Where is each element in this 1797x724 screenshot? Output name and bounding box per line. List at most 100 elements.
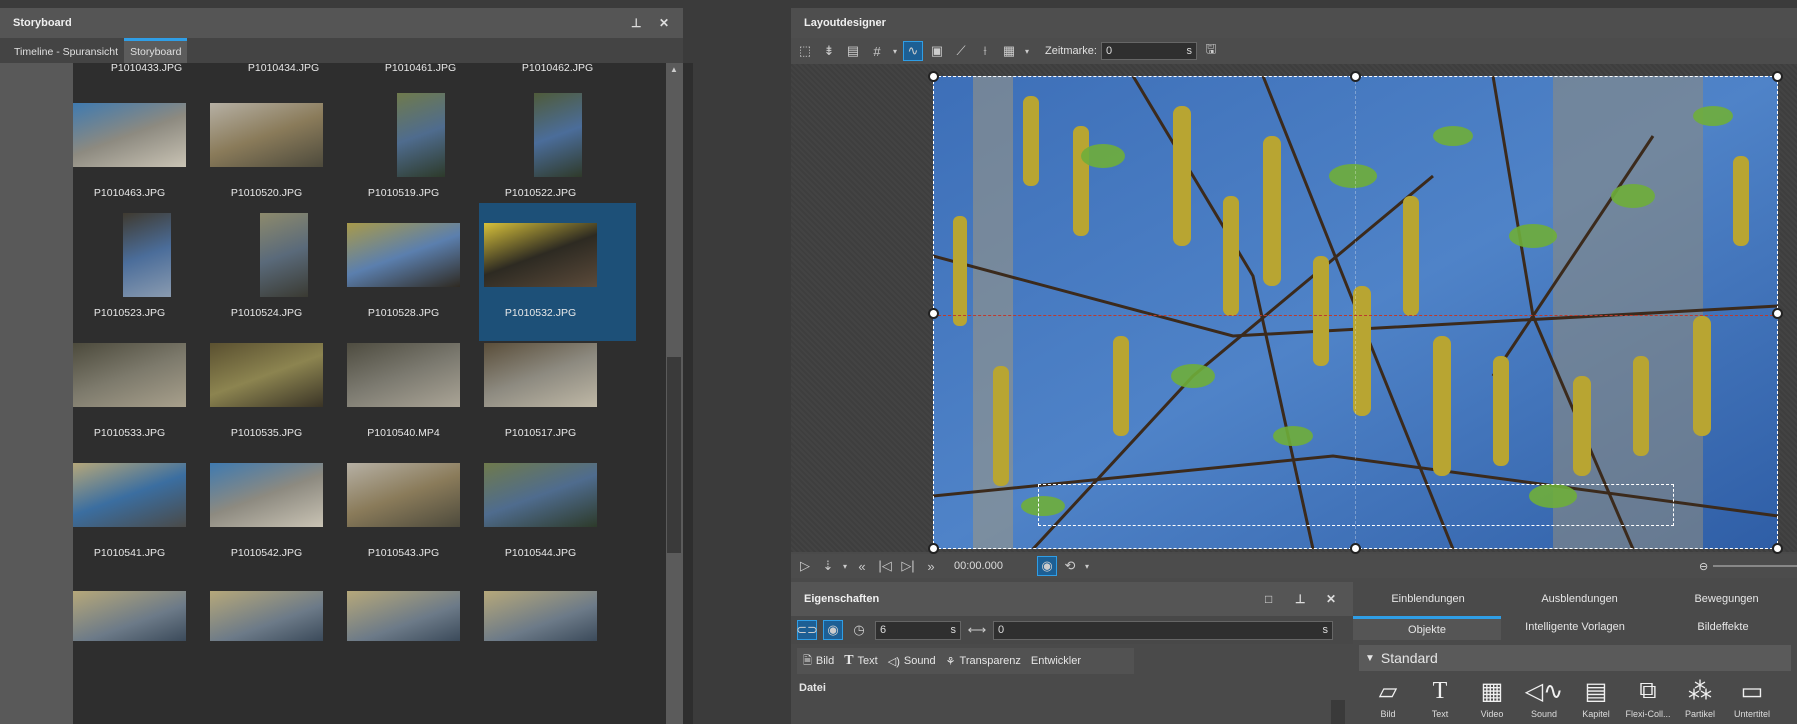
object-bild[interactable]: ▱ Bild xyxy=(1365,673,1411,720)
tab-intelligente-vorlagen[interactable]: Intelligente Vorlagen xyxy=(1501,616,1649,640)
fast-forward-icon[interactable]: » xyxy=(921,556,941,576)
transparency-icon: ⚘ xyxy=(945,655,956,668)
thumbnail-item[interactable]: P1010532.JPG xyxy=(479,203,636,341)
thumbnail-item[interactable]: P1010520.JPG xyxy=(205,83,362,221)
object-text[interactable]: T Text xyxy=(1417,673,1463,720)
resize-handle-bl[interactable] xyxy=(928,543,939,554)
prev-frame-icon[interactable]: |◁ xyxy=(875,556,895,576)
thumbnail-item[interactable]: P1010541.JPG xyxy=(73,443,225,581)
close-icon[interactable]: ✕ xyxy=(1326,592,1336,606)
thumbnail-label: P1010523.JPG xyxy=(93,307,166,319)
thumbnail-image[interactable] xyxy=(484,591,597,641)
standard-section-header[interactable]: ▼ Standard xyxy=(1359,645,1791,671)
zoom-slider[interactable] xyxy=(1713,565,1797,567)
canvas-area[interactable] xyxy=(791,64,1797,554)
maximize-icon[interactable]: □ xyxy=(1265,592,1272,606)
object-flexi-collage[interactable]: ⧉ Flexi-Coll... xyxy=(1625,673,1671,719)
tab-bildeffekte[interactable]: Bildeffekte xyxy=(1649,616,1797,640)
tab-bild[interactable]: 🗎 Bild xyxy=(803,652,834,671)
thumbnail-item[interactable]: P1010544.JPG xyxy=(479,443,636,581)
offset-input[interactable]: 0 s xyxy=(993,620,1333,640)
tab-text[interactable]: T Text xyxy=(844,653,878,669)
text-frame[interactable] xyxy=(1038,484,1674,526)
thumbnail-item[interactable]: P1010542.JPG xyxy=(205,443,362,581)
tab-sound[interactable]: ◁) Sound xyxy=(888,655,936,668)
thumbnail-image[interactable] xyxy=(210,591,323,641)
curve-tool-icon[interactable]: ∿ xyxy=(903,41,923,61)
resize-handle-b[interactable] xyxy=(1350,543,1361,554)
tab-ausblendungen[interactable]: Ausblendungen xyxy=(1541,593,1617,605)
resize-handle-tl[interactable] xyxy=(928,71,939,82)
thumbnail-item[interactable]: P1010540.MP4 xyxy=(342,323,499,461)
preview-toggle-icon[interactable]: ◉ xyxy=(1037,556,1057,576)
resize-handle-r[interactable] xyxy=(1772,308,1783,319)
tab-timeline[interactable]: Timeline - Spuransicht xyxy=(8,41,124,63)
thumbnail-item[interactable]: P1010524.JPG xyxy=(205,203,362,341)
grid-dropdown-icon[interactable]: ▾ xyxy=(891,41,899,61)
play-icon[interactable]: ▷ xyxy=(795,556,815,576)
grid-icon[interactable]: # xyxy=(867,41,887,61)
zoom-out-icon[interactable]: ⊖ xyxy=(1699,560,1708,573)
thumbnail-item[interactable]: P1010522.JPG xyxy=(479,83,636,221)
close-icon[interactable]: ✕ xyxy=(659,16,669,30)
select-tool-icon[interactable]: ⬚ xyxy=(795,41,815,61)
resize-handle-tr[interactable] xyxy=(1772,71,1783,82)
tab-entwickler[interactable]: Entwickler xyxy=(1031,655,1081,667)
tab-bewegungen[interactable]: Bewegungen xyxy=(1694,593,1758,605)
camera-tool-icon[interactable]: ▣ xyxy=(927,41,947,61)
waveform-icon: ◁∿ xyxy=(1524,677,1564,705)
tab-objekte[interactable]: Objekte xyxy=(1353,616,1501,640)
thumbnail-item[interactable]: P1010463.JPG xyxy=(73,83,225,221)
tab-einblendungen[interactable]: Einblendungen xyxy=(1391,593,1464,605)
align-tool-icon[interactable]: ⇟ xyxy=(819,41,839,61)
object-kapitel[interactable]: ▤ Kapitel xyxy=(1573,673,1619,720)
thumbnail-image[interactable] xyxy=(73,591,186,641)
duration-icon[interactable]: ◷ xyxy=(849,620,869,640)
scrollbar-thumb[interactable] xyxy=(667,357,681,553)
scroll-up-icon[interactable]: ▲ xyxy=(670,65,678,74)
play-options-icon[interactable]: ⇣ xyxy=(818,556,838,576)
storyboard-scrollbar[interactable]: ▲ xyxy=(666,63,683,724)
layout-dropdown-icon[interactable]: ▾ xyxy=(1023,41,1031,61)
resize-handle-br[interactable] xyxy=(1772,543,1783,554)
thumbnail-item[interactable]: P1010528.JPG xyxy=(342,203,499,341)
object-sound[interactable]: ◁∿ Sound xyxy=(1521,673,1567,720)
motion-icon[interactable]: ⟲ xyxy=(1060,556,1080,576)
rewind-icon[interactable]: « xyxy=(852,556,872,576)
object-untertitel[interactable]: ▭ Untertitel xyxy=(1729,673,1775,720)
layout-icon[interactable]: ▦ xyxy=(999,41,1019,61)
thumbnail-image xyxy=(210,463,323,527)
thumbnail-item[interactable]: P1010543.JPG xyxy=(342,443,499,581)
resize-handle-t[interactable] xyxy=(1350,71,1361,82)
fill-tool-icon[interactable]: ▤ xyxy=(843,41,863,61)
motion-dropdown-icon[interactable]: ▾ xyxy=(1083,556,1091,576)
duration-input[interactable]: 6 s xyxy=(875,620,961,640)
selection-frame[interactable] xyxy=(933,76,1778,549)
path-edit-icon[interactable]: ⟊ xyxy=(975,41,995,61)
thumbnail-item[interactable]: P1010533.JPG xyxy=(73,323,225,461)
pin-icon[interactable]: ⊥ xyxy=(1295,592,1305,606)
effects-tabs: Einblendungen Ausblendungen Bewegungen xyxy=(1353,582,1797,616)
thumbnail-item[interactable]: P1010523.JPG xyxy=(73,203,225,341)
path-tool-icon[interactable]: ⟋ xyxy=(951,41,971,61)
zeitmarke-value: 0 xyxy=(1105,45,1113,57)
resize-handle-l[interactable] xyxy=(928,308,939,319)
play-dropdown-icon[interactable]: ▾ xyxy=(841,556,849,576)
link-icon[interactable]: ⊂⊃ xyxy=(796,620,818,640)
tab-transparenz[interactable]: ⚘ Transparenz xyxy=(946,655,1021,668)
visibility-icon[interactable]: ◉ xyxy=(823,620,843,640)
pin-icon[interactable]: ⊥ xyxy=(631,16,641,30)
thumbnail-item[interactable]: P1010535.JPG xyxy=(205,323,362,461)
thumbnail-item[interactable]: P1010519.JPG xyxy=(342,83,499,221)
thumbnail-image xyxy=(73,103,186,167)
thumbnail-item[interactable]: P1010517.JPG xyxy=(479,323,636,461)
offset-icon[interactable]: ⟷ xyxy=(967,620,987,640)
zeitmarke-input[interactable]: 0 s xyxy=(1100,42,1197,60)
object-partikel[interactable]: ⁂ Partikel xyxy=(1677,673,1723,720)
properties-scrollbar[interactable] xyxy=(1331,700,1345,724)
tab-storyboard[interactable]: Storyboard xyxy=(124,38,188,63)
object-video[interactable]: ▦ Video xyxy=(1469,673,1515,720)
next-frame-icon[interactable]: ▷| xyxy=(898,556,918,576)
thumbnail-image[interactable] xyxy=(347,591,460,641)
save-icon[interactable]: 🖫 xyxy=(1201,41,1221,61)
